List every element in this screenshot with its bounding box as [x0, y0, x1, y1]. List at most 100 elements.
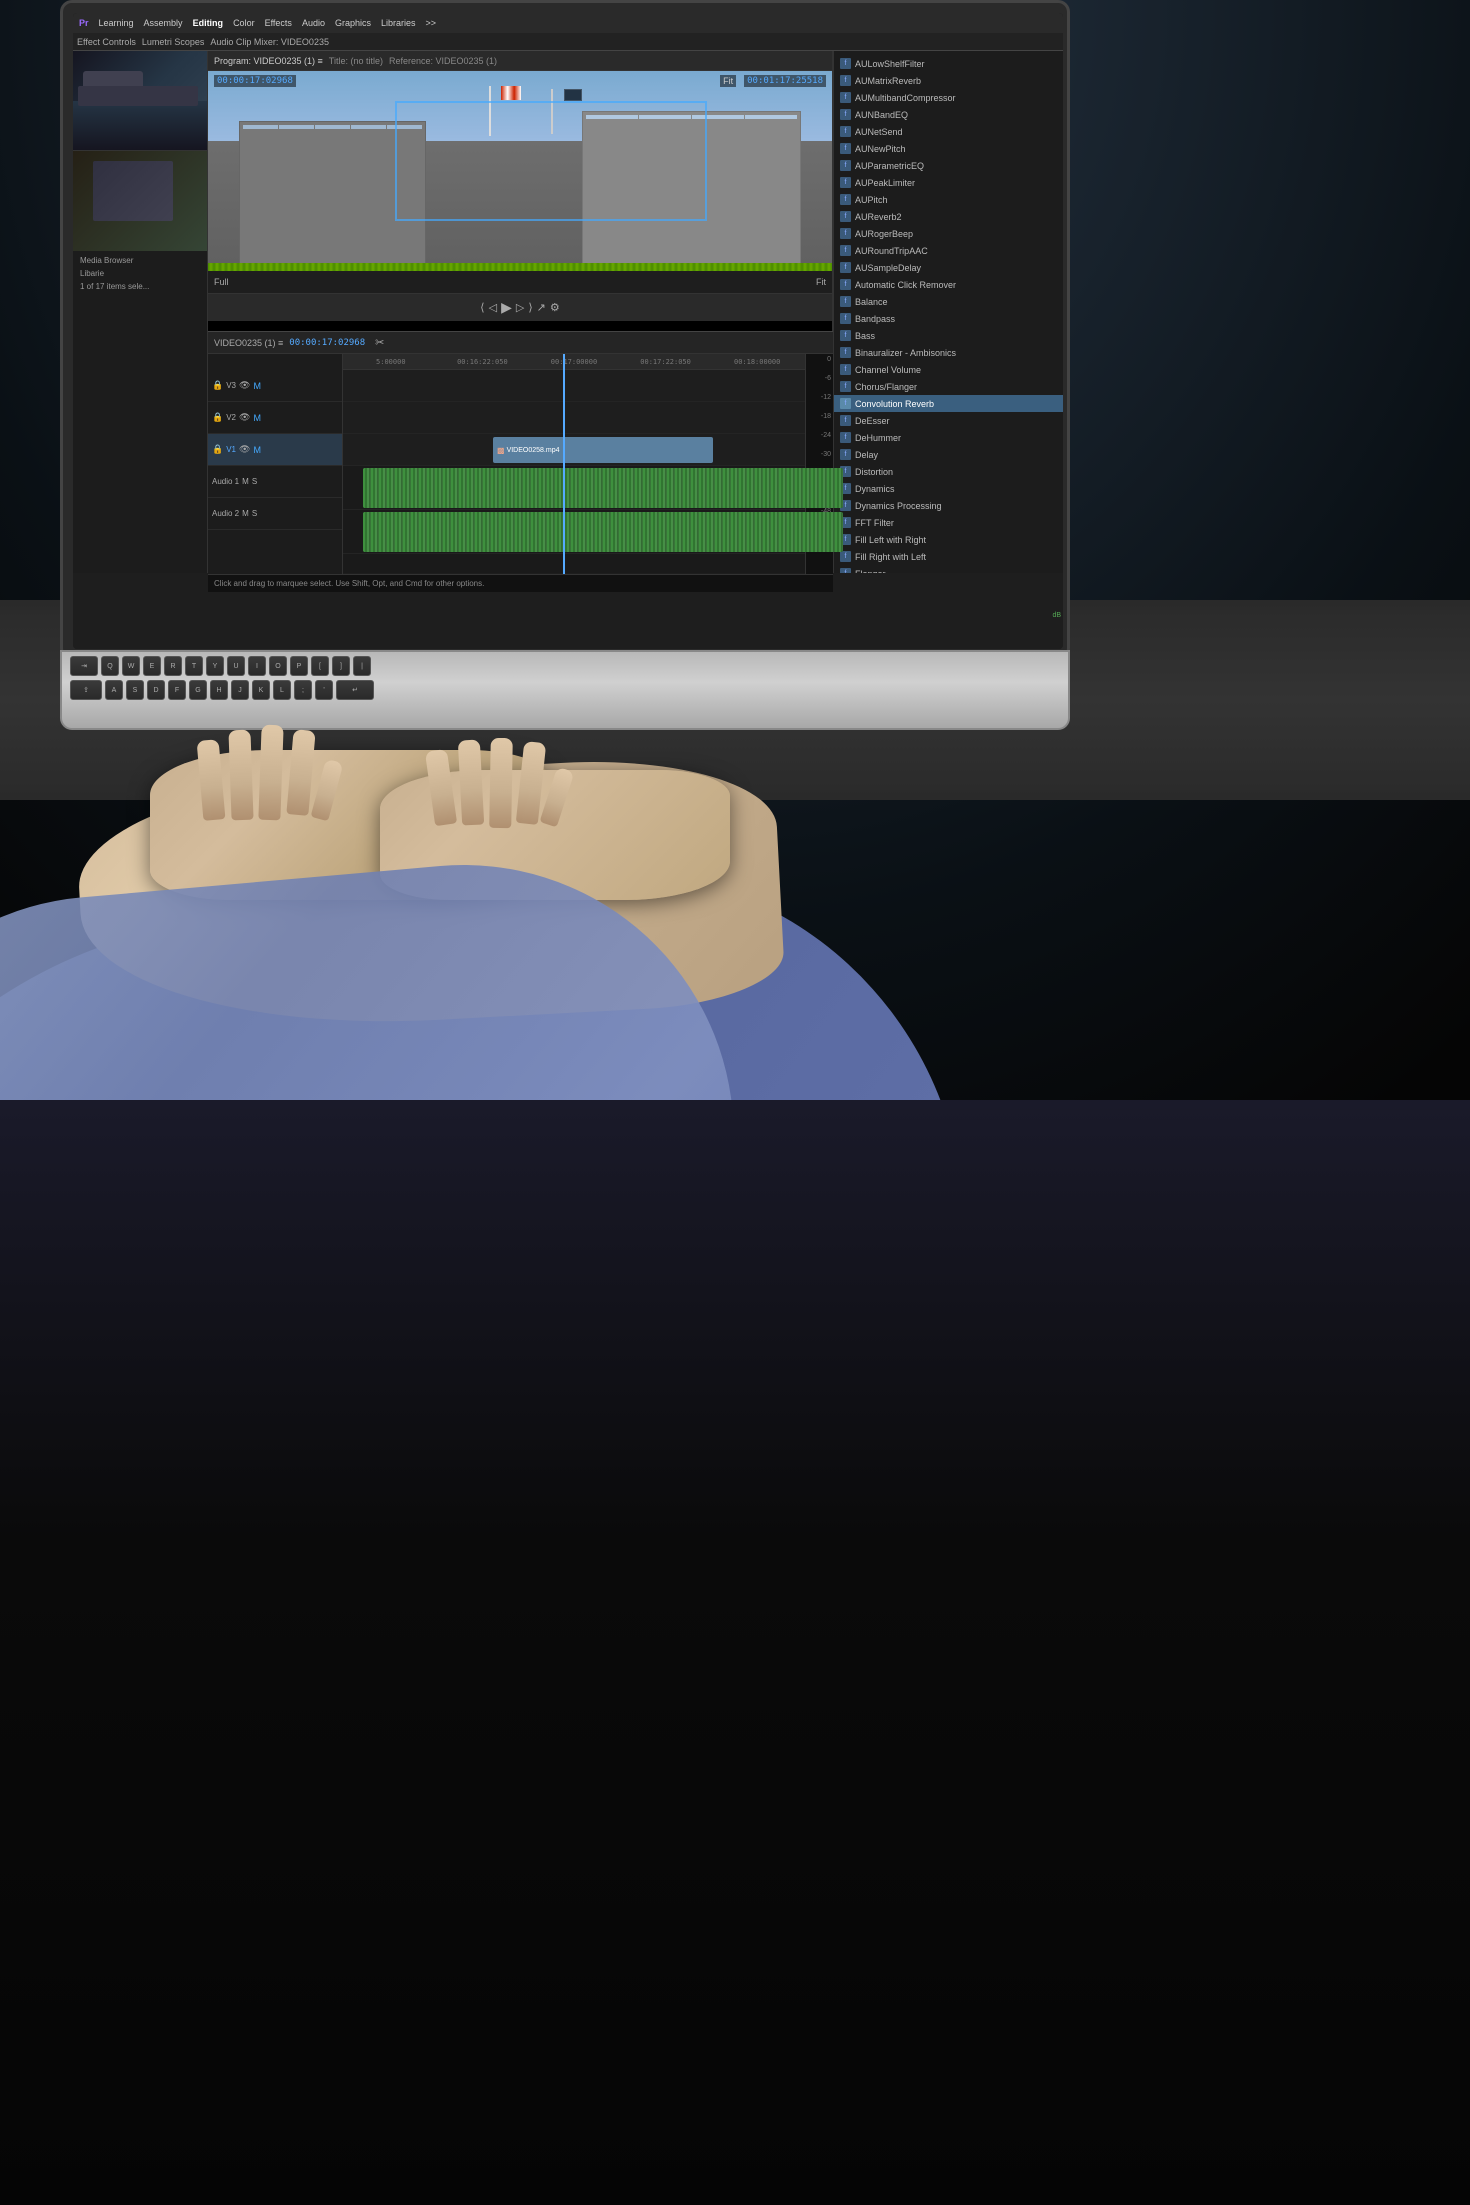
- menu-item-color[interactable]: Color: [233, 18, 255, 28]
- track-a1-s[interactable]: S: [252, 477, 257, 486]
- menu-item-libraries[interactable]: Libraries: [381, 18, 416, 28]
- track-v3-label: V3: [226, 381, 236, 390]
- effect-AUNetSend[interactable]: f AUNetSend: [834, 123, 1063, 140]
- effect-FFTFilter[interactable]: f FFT Filter: [834, 514, 1063, 531]
- ctrl-settings[interactable]: ⚙: [550, 301, 560, 314]
- effect-name: Automatic Click Remover: [855, 280, 956, 290]
- effect-AUParametricEQ[interactable]: f AUParametricEQ: [834, 157, 1063, 174]
- zoom-level[interactable]: Fit: [720, 75, 736, 87]
- key-q[interactable]: Q: [101, 656, 119, 676]
- track-v1-eye[interactable]: 👁: [239, 444, 250, 455]
- effect-Binauralizer[interactable]: f Binauralizer - Ambisonics: [834, 344, 1063, 361]
- track-v1-lock[interactable]: 🔒: [212, 444, 223, 455]
- playhead[interactable]: [563, 354, 565, 574]
- key-tab[interactable]: ⇥: [70, 656, 98, 676]
- key-f[interactable]: F: [168, 680, 186, 700]
- menu-more[interactable]: >>: [426, 18, 437, 28]
- effect-Flanger[interactable]: f Flanger: [834, 565, 1063, 573]
- ctrl-prev-frame[interactable]: ◁: [489, 301, 497, 314]
- menu-item-audio[interactable]: Audio: [302, 18, 325, 28]
- effect-Distortion[interactable]: f Distortion: [834, 463, 1063, 480]
- key-t[interactable]: T: [185, 656, 203, 676]
- effect-Bandpass[interactable]: f Bandpass: [834, 310, 1063, 327]
- track-a2-s[interactable]: S: [252, 509, 257, 518]
- effect-Bass[interactable]: f Bass: [834, 327, 1063, 344]
- key-h[interactable]: H: [210, 680, 228, 700]
- track-v3-eye[interactable]: 👁: [239, 380, 250, 391]
- menu-item-editing[interactable]: Editing: [193, 18, 224, 28]
- track-v2-mute[interactable]: M: [253, 413, 261, 423]
- effect-Delay[interactable]: f Delay: [834, 446, 1063, 463]
- menu-item-learning[interactable]: Learning: [99, 18, 134, 28]
- effect-AURoundTripAAC[interactable]: f AURoundTripAAC: [834, 242, 1063, 259]
- effect-FillRightWithLeft[interactable]: f Fill Right with Left: [834, 548, 1063, 565]
- effect-AUMatrixReverb[interactable]: f AUMatrixReverb: [834, 72, 1063, 89]
- effect-name: Delay: [855, 450, 878, 460]
- key-backslash[interactable]: |: [353, 656, 371, 676]
- menu-item-graphics[interactable]: Graphics: [335, 18, 371, 28]
- key-rbracket[interactable]: ]: [332, 656, 350, 676]
- effect-AUPitch[interactable]: f AUPitch: [834, 191, 1063, 208]
- key-l[interactable]: L: [273, 680, 291, 700]
- effect-AUNewPitch[interactable]: f AUNewPitch: [834, 140, 1063, 157]
- tab-effect-controls[interactable]: Effect Controls: [77, 37, 136, 47]
- ctrl-play-pause[interactable]: ▶: [501, 299, 512, 316]
- track-v3-mute[interactable]: M: [253, 381, 261, 391]
- effect-AURogerBeep[interactable]: f AURogerBeep: [834, 225, 1063, 242]
- key-caps[interactable]: ⇪: [70, 680, 102, 700]
- video-clip[interactable]: ▩ VIDEO0258.mp4: [493, 437, 713, 463]
- effect-DeHummer[interactable]: f DeHummer: [834, 429, 1063, 446]
- key-semi[interactable]: ;: [294, 680, 312, 700]
- effect-DeEsser[interactable]: f DeEsser: [834, 412, 1063, 429]
- effect-AutomaticClickRemover[interactable]: f Automatic Click Remover: [834, 276, 1063, 293]
- effect-ChorusFlanger[interactable]: f Chorus/Flanger: [834, 378, 1063, 395]
- track-v2-eye[interactable]: 👁: [239, 412, 250, 423]
- ctrl-mark-out[interactable]: ⟩: [528, 301, 532, 314]
- effect-AUPeakLimiter[interactable]: f AUPeakLimiter: [834, 174, 1063, 191]
- key-g[interactable]: G: [189, 680, 207, 700]
- effect-AUSampleDelay[interactable]: f AUSampleDelay: [834, 259, 1063, 276]
- ctrl-next-frame[interactable]: ▷: [516, 301, 524, 314]
- key-u[interactable]: U: [227, 656, 245, 676]
- clip-name: VIDEO0258.mp4: [507, 447, 560, 454]
- effect-AUNBandEQ[interactable]: f AUNBandEQ: [834, 106, 1063, 123]
- selection-overlay: [395, 101, 707, 221]
- key-a[interactable]: A: [105, 680, 123, 700]
- key-o[interactable]: O: [269, 656, 287, 676]
- track-v1-mute[interactable]: M: [253, 445, 261, 455]
- key-k[interactable]: K: [252, 680, 270, 700]
- ctrl-export[interactable]: ↗: [537, 301, 546, 314]
- key-p[interactable]: P: [290, 656, 308, 676]
- key-enter[interactable]: ↵: [336, 680, 374, 700]
- key-w[interactable]: W: [122, 656, 140, 676]
- track-a2-label: Audio 2: [212, 509, 239, 518]
- key-d[interactable]: D: [147, 680, 165, 700]
- track-v2-lock[interactable]: 🔒: [212, 412, 223, 423]
- key-y[interactable]: Y: [206, 656, 224, 676]
- ctrl-mark-in[interactable]: ⟨: [480, 301, 484, 314]
- track-v3-lock[interactable]: 🔒: [212, 380, 223, 391]
- key-quote[interactable]: ': [315, 680, 333, 700]
- effect-DynamicsProcessing[interactable]: f Dynamics Processing: [834, 497, 1063, 514]
- key-s[interactable]: S: [126, 680, 144, 700]
- effect-AUReverb2[interactable]: f AUReverb2: [834, 208, 1063, 225]
- menu-item-effects[interactable]: Effects: [265, 18, 292, 28]
- track-a2-m[interactable]: M: [242, 509, 249, 518]
- key-e[interactable]: E: [143, 656, 161, 676]
- effect-Dynamics[interactable]: f Dynamics: [834, 480, 1063, 497]
- effect-Balance[interactable]: f Balance: [834, 293, 1063, 310]
- effect-AUMultibandCompressor[interactable]: f AUMultibandCompressor: [834, 89, 1063, 106]
- tab-lumetri[interactable]: Lumetri Scopes: [142, 37, 205, 47]
- key-j[interactable]: J: [231, 680, 249, 700]
- timeline-scissors[interactable]: ✂: [375, 336, 384, 349]
- track-a1-m[interactable]: M: [242, 477, 249, 486]
- key-r[interactable]: R: [164, 656, 182, 676]
- effect-AULowShelfFilter[interactable]: f AULowShelfFilter: [834, 55, 1063, 72]
- effect-FillLeftWithRight[interactable]: f Fill Left with Right: [834, 531, 1063, 548]
- key-lbracket[interactable]: [: [311, 656, 329, 676]
- effect-ChannelVolume[interactable]: f Channel Volume: [834, 361, 1063, 378]
- tab-audio-mixer[interactable]: Audio Clip Mixer: VIDEO0235: [210, 37, 329, 47]
- effect-ConvolutionReverb[interactable]: f Convolution Reverb: [834, 395, 1063, 412]
- menu-item-assembly[interactable]: Assembly: [144, 18, 183, 28]
- key-i[interactable]: I: [248, 656, 266, 676]
